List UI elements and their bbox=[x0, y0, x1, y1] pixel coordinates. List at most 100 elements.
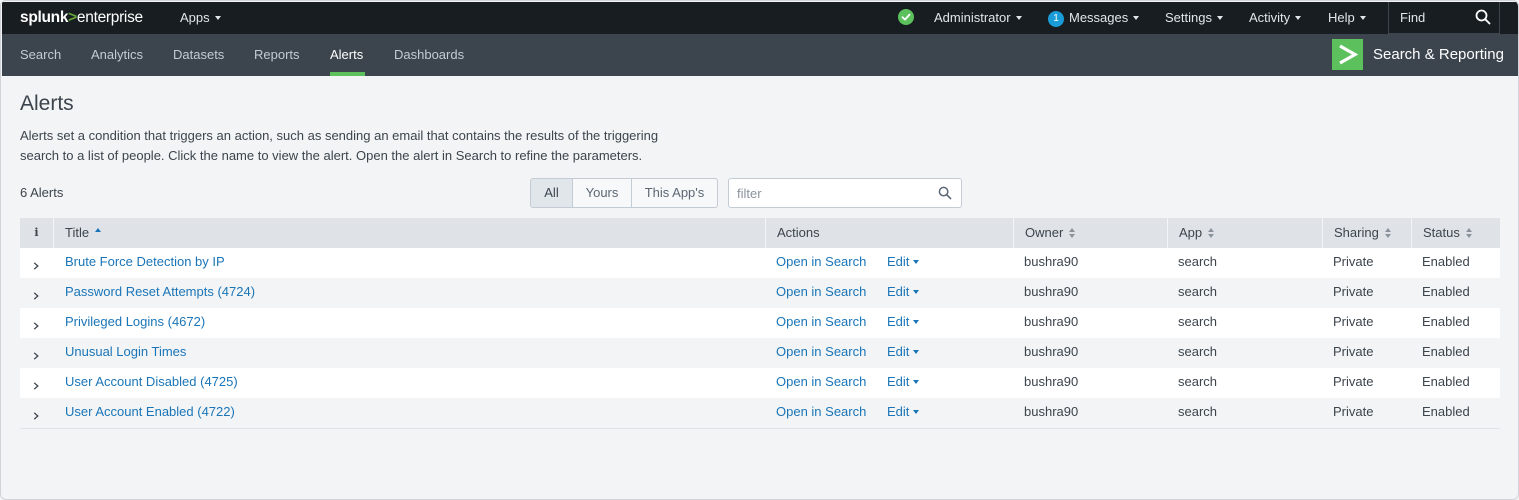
open-in-search-link[interactable]: Open in Search bbox=[776, 368, 866, 398]
messages-menu[interactable]: 1 Messages bbox=[1048, 10, 1140, 27]
open-in-search-link[interactable]: Open in Search bbox=[776, 338, 866, 368]
sharing-column-header[interactable]: Sharing bbox=[1322, 218, 1411, 248]
status-header-label: Status bbox=[1423, 225, 1460, 240]
alert-title-link[interactable]: User Account Enabled (4722) bbox=[65, 398, 235, 428]
expand-row-chevron-icon[interactable] bbox=[32, 348, 40, 360]
edit-menu-label: Edit bbox=[887, 374, 910, 389]
sort-ascending-icon bbox=[95, 227, 102, 238]
administrator-menu-label: Administrator bbox=[934, 10, 1011, 25]
alert-title-link[interactable]: Privileged Logins (4672) bbox=[65, 308, 205, 338]
status-cell: Enabled bbox=[1422, 314, 1470, 329]
owner-cell: bushra90 bbox=[1024, 404, 1079, 419]
title-header-label: Title bbox=[65, 225, 90, 240]
settings-menu[interactable]: Settings bbox=[1165, 10, 1223, 25]
filter-yours-button[interactable]: Yours bbox=[573, 179, 632, 207]
table-row: Password Reset Attempts (4724) Open in S… bbox=[20, 278, 1500, 308]
expand-row-chevron-icon[interactable] bbox=[32, 288, 40, 300]
help-menu[interactable]: Help bbox=[1328, 10, 1366, 25]
tab-datasets[interactable]: Datasets bbox=[173, 47, 224, 62]
search-icon[interactable] bbox=[1475, 9, 1491, 28]
table-row: Unusual Login Times Open in Search Edit … bbox=[20, 338, 1500, 368]
alert-title-link[interactable]: User Account Disabled (4725) bbox=[65, 368, 238, 398]
edit-menu[interactable]: Edit bbox=[887, 248, 920, 278]
find-placeholder: Find bbox=[1400, 10, 1426, 25]
status-cell: Enabled bbox=[1422, 374, 1470, 389]
title-column-header[interactable]: Title bbox=[53, 218, 765, 248]
apps-menu-label: Apps bbox=[180, 10, 210, 25]
table-row: Privileged Logins (4672) Open in Search … bbox=[20, 308, 1500, 338]
open-in-search-link[interactable]: Open in Search bbox=[776, 278, 866, 308]
chevron-down-icon bbox=[913, 409, 920, 414]
expand-row-chevron-icon[interactable] bbox=[32, 258, 40, 270]
owner-cell: bushra90 bbox=[1024, 284, 1079, 299]
table-row: User Account Enabled (4722) Open in Sear… bbox=[20, 398, 1500, 428]
actions-column-header: Actions bbox=[765, 218, 1013, 248]
health-status-icon[interactable] bbox=[898, 9, 914, 25]
open-in-search-link[interactable]: Open in Search bbox=[776, 248, 866, 278]
edit-menu[interactable]: Edit bbox=[887, 278, 920, 308]
alerts-count: 6 Alerts bbox=[20, 185, 64, 200]
messages-menu-label: Messages bbox=[1069, 10, 1129, 25]
edit-menu-label: Edit bbox=[887, 344, 910, 359]
tab-analytics[interactable]: Analytics bbox=[91, 47, 143, 62]
status-column-header[interactable]: Status bbox=[1411, 218, 1500, 248]
edit-menu-label: Edit bbox=[887, 404, 910, 419]
sharing-cell: Private bbox=[1333, 254, 1374, 269]
open-in-search-link[interactable]: Open in Search bbox=[776, 308, 866, 338]
chevron-down-icon bbox=[214, 15, 221, 20]
expand-row-chevron-icon[interactable] bbox=[32, 318, 40, 330]
owner-header-label: Owner bbox=[1025, 225, 1064, 240]
filter-all-button[interactable]: All bbox=[531, 179, 573, 207]
app-cell: search bbox=[1178, 374, 1218, 389]
sharing-cell: Private bbox=[1333, 284, 1374, 299]
chevron-down-icon bbox=[1295, 15, 1302, 20]
app-cell: search bbox=[1178, 344, 1218, 359]
app-window: splunk>enterprise Apps Administrator 1 Me… bbox=[0, 0, 1519, 500]
app-column-header[interactable]: App bbox=[1167, 218, 1322, 248]
alert-title-link[interactable]: Unusual Login Times bbox=[65, 338, 186, 368]
edit-menu[interactable]: Edit bbox=[887, 398, 920, 428]
chevron-down-icon bbox=[913, 349, 920, 354]
splunk-logo[interactable]: splunk>enterprise bbox=[20, 9, 143, 27]
status-cell: Enabled bbox=[1422, 344, 1470, 359]
tab-alerts[interactable]: Alerts bbox=[330, 47, 363, 62]
alert-title-link[interactable]: Password Reset Attempts (4724) bbox=[65, 278, 255, 308]
sharing-cell: Private bbox=[1333, 404, 1374, 419]
find-input[interactable]: Find bbox=[1388, 2, 1500, 34]
tab-dashboards[interactable]: Dashboards bbox=[394, 47, 464, 62]
sort-icon bbox=[1465, 227, 1473, 238]
active-tab-indicator bbox=[330, 72, 365, 76]
filter-box bbox=[728, 178, 962, 208]
status-cell: Enabled bbox=[1422, 254, 1470, 269]
search-icon[interactable] bbox=[938, 186, 952, 203]
filter-this-app-button[interactable]: This App's bbox=[632, 179, 717, 207]
app-cell: search bbox=[1178, 404, 1218, 419]
edit-menu-label: Edit bbox=[887, 314, 910, 329]
app-title[interactable]: Search & Reporting bbox=[1373, 46, 1504, 63]
tab-search[interactable]: Search bbox=[20, 47, 61, 62]
expand-row-chevron-icon[interactable] bbox=[32, 408, 40, 420]
apps-menu[interactable]: Apps bbox=[180, 10, 221, 25]
edit-menu[interactable]: Edit bbox=[887, 338, 920, 368]
chevron-down-icon bbox=[1133, 15, 1140, 20]
help-menu-label: Help bbox=[1328, 10, 1355, 25]
status-cell: Enabled bbox=[1422, 404, 1470, 419]
tab-reports[interactable]: Reports bbox=[254, 47, 300, 62]
table-row: Brute Force Detection by IP Open in Sear… bbox=[20, 248, 1500, 278]
chevron-down-icon bbox=[913, 259, 920, 264]
expand-row-chevron-icon[interactable] bbox=[32, 378, 40, 390]
alerts-table: i Title Actions Owner App Sharing Status… bbox=[20, 218, 1500, 429]
edit-menu[interactable]: Edit bbox=[887, 368, 920, 398]
sort-icon bbox=[1384, 227, 1392, 238]
activity-menu[interactable]: Activity bbox=[1249, 10, 1302, 25]
filter-input[interactable] bbox=[729, 179, 929, 207]
open-in-search-link[interactable]: Open in Search bbox=[776, 398, 866, 428]
chevron-down-icon bbox=[913, 319, 920, 324]
owner-column-header[interactable]: Owner bbox=[1013, 218, 1167, 248]
administrator-menu[interactable]: Administrator bbox=[934, 10, 1022, 25]
sharing-header-label: Sharing bbox=[1334, 225, 1379, 240]
edit-menu[interactable]: Edit bbox=[887, 308, 920, 338]
app-cell: search bbox=[1178, 284, 1218, 299]
page-description: Alerts set a condition that triggers an … bbox=[20, 128, 659, 163]
alert-title-link[interactable]: Brute Force Detection by IP bbox=[65, 248, 225, 278]
